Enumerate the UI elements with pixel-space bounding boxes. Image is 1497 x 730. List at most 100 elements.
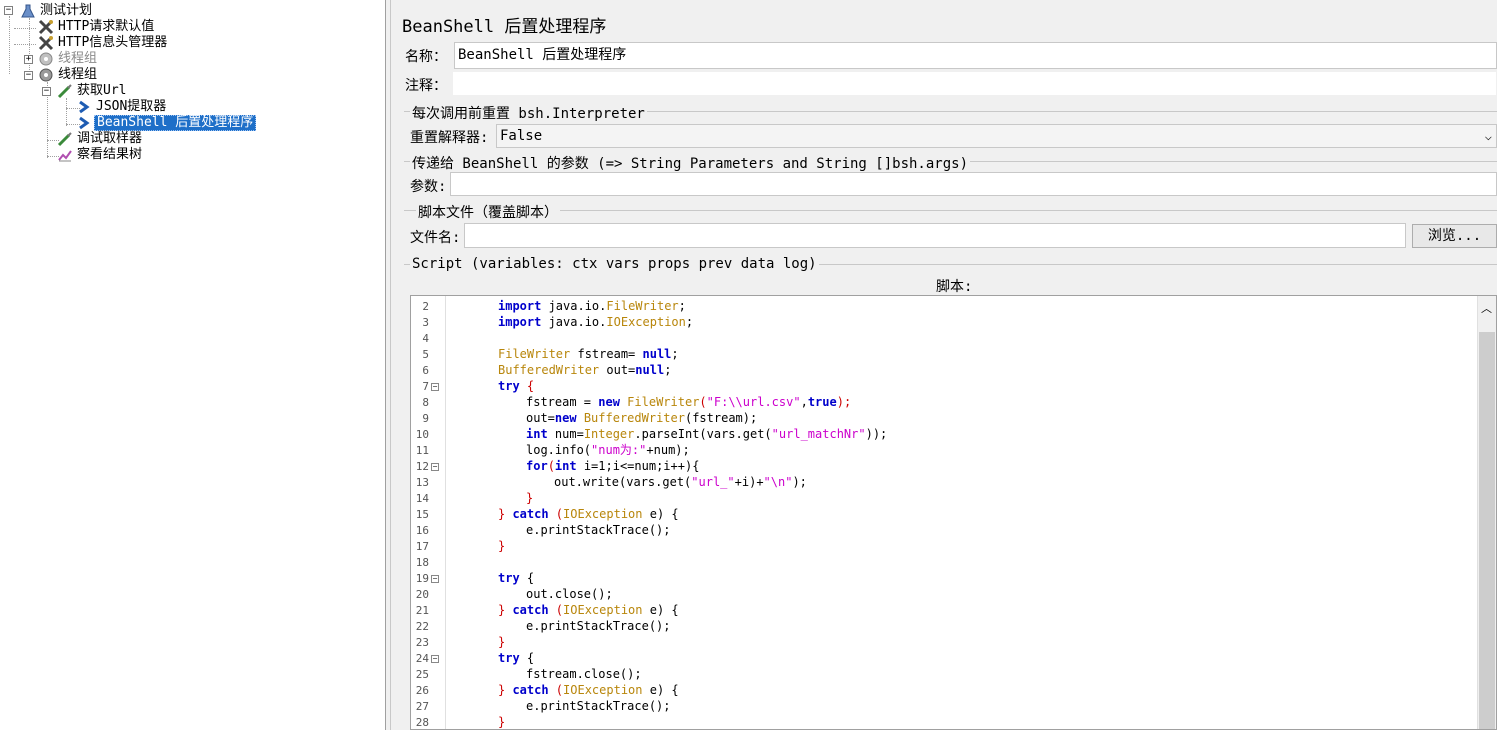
code-token: try xyxy=(498,379,520,393)
code-line: try { xyxy=(498,570,534,586)
collapse-toggle-icon[interactable]: − xyxy=(42,87,51,96)
code-token: catch xyxy=(512,507,549,521)
tree-item-get-url[interactable]: 获取Url xyxy=(57,83,128,99)
code-token: try xyxy=(498,651,520,665)
file-name-label: 文件名: xyxy=(410,230,461,246)
code-line: } xyxy=(498,714,505,729)
code-token: BufferedWriter xyxy=(583,411,685,425)
code-token: log.info( xyxy=(526,443,592,457)
code-token: new xyxy=(598,395,620,409)
tree-item-beanshell-postprocessor[interactable]: BeanShell 后置处理程序 xyxy=(76,115,257,131)
reset-interpreter-select[interactable]: False ⌵ xyxy=(496,124,1497,148)
tree-line xyxy=(14,44,36,45)
code-token: BufferedWriter xyxy=(498,363,600,377)
code-token: )); xyxy=(865,427,888,441)
line-number: 17 xyxy=(415,540,429,553)
tree-item-header-manager[interactable]: HTTP信息头管理器 xyxy=(38,35,169,51)
code-token: ); xyxy=(792,475,807,489)
code-token: } xyxy=(498,603,513,617)
code-token: , xyxy=(800,395,808,409)
panel-title: BeanShell 后置处理程序 xyxy=(402,17,607,37)
code-line: import java.io.IOException; xyxy=(498,314,693,330)
line-number: 9 xyxy=(422,412,429,425)
code-token: FileWriter xyxy=(627,395,700,409)
code-token: IOException xyxy=(563,603,643,617)
file-name-field[interactable] xyxy=(464,223,1406,248)
reset-interpreter-value: False xyxy=(500,128,543,144)
thread-group-icon xyxy=(38,51,56,67)
code-token: try xyxy=(498,571,520,585)
code-token: IOException xyxy=(563,507,643,521)
code-line: import java.io.FileWriter; xyxy=(498,298,686,314)
code-token: ( xyxy=(547,459,555,473)
code-token: import xyxy=(498,315,542,329)
line-number: 12 xyxy=(415,460,429,473)
tree-item-view-results-tree[interactable]: 察看结果树 xyxy=(57,147,144,163)
line-number: 15 xyxy=(415,508,429,521)
code-token: null xyxy=(635,363,665,377)
tree-item-json-extractor[interactable]: JSON提取器 xyxy=(76,99,168,115)
tree-item-thread-group[interactable]: 线程组 xyxy=(38,67,99,83)
line-number: 24 xyxy=(415,652,429,665)
comment-field[interactable] xyxy=(452,71,1497,96)
fold-toggle-icon[interactable]: − xyxy=(431,463,439,471)
script-label: 脚本: xyxy=(936,279,973,295)
code-token: ); xyxy=(836,395,852,409)
code-token: fstream = xyxy=(526,395,599,409)
tree-item-debug-sampler[interactable]: 调试取样器 xyxy=(57,131,144,147)
fold-toggle-icon[interactable]: − xyxy=(431,655,439,663)
code-token: e) { xyxy=(642,507,679,521)
params-group-title: 传递给 BeanShell 的参数 (=> String Parameters … xyxy=(410,153,971,173)
listener-icon xyxy=(57,147,75,163)
fold-toggle-icon[interactable]: − xyxy=(431,383,439,391)
code-token: ( xyxy=(548,683,564,697)
line-number: 25 xyxy=(415,668,429,681)
split-pane-divider[interactable] xyxy=(387,0,391,730)
scrollbar-thumb[interactable] xyxy=(1479,332,1495,729)
line-number: 2 xyxy=(422,300,429,313)
code-token: IOException xyxy=(563,683,643,697)
wrench-icon xyxy=(38,35,56,51)
line-number: 20 xyxy=(415,588,429,601)
code-token: "F:\\url.csv" xyxy=(706,395,801,409)
tree-line xyxy=(9,16,10,74)
reset-group-title: 每次调用前重置 bsh.Interpreter xyxy=(410,103,647,123)
scroll-up-icon[interactable]: ︿ xyxy=(1481,300,1492,316)
chevron-down-icon: ⌵ xyxy=(1484,129,1492,143)
name-field[interactable]: BeanShell 后置处理程序 xyxy=(454,42,1497,69)
collapse-toggle-icon[interactable]: − xyxy=(24,71,33,80)
code-token: +num); xyxy=(646,443,690,457)
code-line: fstream.close(); xyxy=(526,666,642,682)
code-token: num= xyxy=(547,427,584,441)
vertical-scrollbar[interactable]: ︿ xyxy=(1477,296,1496,729)
code-token: IOException xyxy=(606,315,686,329)
code-token: e) { xyxy=(642,603,679,617)
line-number: 10 xyxy=(415,428,429,441)
code-token: (fstream); xyxy=(684,411,758,425)
code-line: log.info("num为:"+num); xyxy=(526,442,690,458)
expand-toggle-icon[interactable]: + xyxy=(24,55,33,64)
line-number: 13 xyxy=(415,476,429,489)
code-line: try { xyxy=(498,378,534,394)
test-plan-tree[interactable]: − + − − 测试计划 HTTP请求默认值 HTTP信息头管理器 线程组 线程… xyxy=(0,0,386,730)
code-token: out.close(); xyxy=(526,587,613,601)
line-number: 8 xyxy=(422,396,429,409)
code-token: fstream.close(); xyxy=(526,667,642,681)
code-token: catch xyxy=(512,603,549,617)
collapse-toggle-icon[interactable]: − xyxy=(4,6,13,15)
fold-toggle-icon[interactable]: − xyxy=(431,575,439,583)
code-line: for(int i=1;i<=num;i++){ xyxy=(526,458,699,474)
line-number: 14 xyxy=(415,492,429,505)
script-group-title: Script (variables: ctx vars props prev d… xyxy=(410,256,819,272)
browse-button[interactable]: 浏览... xyxy=(1412,224,1497,248)
params-field[interactable] xyxy=(450,172,1497,196)
code-line: } catch (IOException e) { xyxy=(498,682,679,698)
tree-item-thread-group-disabled[interactable]: 线程组 xyxy=(38,51,99,67)
code-token: e) { xyxy=(642,683,679,697)
script-editor[interactable]: 2 3 4 5 6 7−8 9 10 11 12−13 14 15 16 17 18 19−20 21 22 23 2… xyxy=(410,295,1497,730)
tree-line xyxy=(29,18,30,78)
tree-item-http-defaults[interactable]: HTTP请求默认值 xyxy=(38,19,156,35)
tree-item-test-plan[interactable]: 测试计划 xyxy=(20,3,94,19)
code-token: ( xyxy=(548,507,564,521)
